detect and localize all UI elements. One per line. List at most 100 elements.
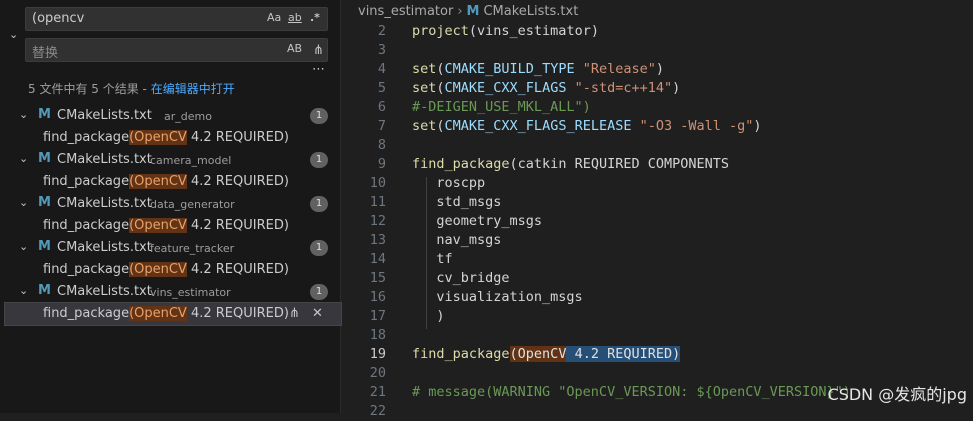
code-token: ) bbox=[412, 308, 445, 324]
code-line[interactable]: 7 set(CMAKE_CXX_FLAGS_RELEASE "-O3 -Wall … bbox=[342, 117, 973, 136]
code-line[interactable]: 14 tf bbox=[342, 250, 973, 269]
use-regex-toggle[interactable]: .* bbox=[310, 11, 320, 24]
result-file-row[interactable]: ⌄ M CMakeLists.txt data_generator 1 bbox=[0, 193, 340, 215]
code-text[interactable]: tf bbox=[412, 250, 452, 269]
open-in-editor-link[interactable]: 在编辑器中打开 bbox=[151, 82, 235, 96]
result-file-row[interactable]: ⌄ M CMakeLists.txt vins_estimator 1 bbox=[0, 281, 340, 303]
line-number: 19 bbox=[369, 346, 386, 362]
cmake-file-icon: M bbox=[38, 151, 51, 166]
search-panel: ⌄ (opencv Aa ab .* 替换 AB ⋔ ⋯ 5 文件中有 5 个结… bbox=[0, 0, 342, 413]
editor[interactable]: vins_estimator › M CMakeLists.txt 2 project(… bbox=[342, 0, 973, 419]
match-case-toggle[interactable]: Aa bbox=[267, 11, 281, 24]
result-count-badge: 1 bbox=[310, 196, 328, 212]
code-token: ) bbox=[672, 80, 681, 96]
code-line[interactable]: 15 cv_bridge bbox=[342, 269, 973, 288]
code-text[interactable]: geometry_msgs bbox=[412, 212, 542, 231]
result-file-dir: feature_tracker bbox=[150, 242, 235, 255]
chevron-down-icon[interactable]: ⌄ bbox=[19, 240, 28, 253]
code-token: 4.2 REQUIRED) bbox=[566, 346, 681, 362]
code-token: find_package bbox=[412, 346, 510, 362]
match-highlight: (OpenCV bbox=[129, 174, 187, 189]
line-number: 20 bbox=[369, 365, 386, 381]
replace-input[interactable]: 替换 AB bbox=[25, 38, 328, 62]
result-match-row[interactable]: find_package(OpenCV 4.2 REQUIRED) bbox=[0, 259, 340, 281]
code-text[interactable]: project(vins_estimator) bbox=[412, 22, 599, 41]
code-line[interactable]: 8 bbox=[342, 136, 973, 155]
result-match-row[interactable]: find_package(OpenCV 4.2 REQUIRED) bbox=[0, 171, 340, 193]
line-number: 21 bbox=[369, 384, 386, 400]
code-text[interactable]: nav_msgs bbox=[412, 231, 501, 250]
match-text: find_package(OpenCV 4.2 REQUIRED) bbox=[43, 218, 289, 233]
code-text[interactable]: std_msgs bbox=[412, 193, 501, 212]
code-token: ( bbox=[436, 80, 445, 96]
dismiss-match-icon[interactable]: ✕ bbox=[312, 306, 323, 321]
code-text[interactable]: set(CMAKE_CXX_FLAGS_RELEASE "-O3 -Wall -… bbox=[412, 117, 762, 136]
more-options-icon[interactable]: ⋯ bbox=[312, 62, 325, 77]
result-file-dir: data_generator bbox=[150, 198, 235, 211]
line-number: 6 bbox=[377, 99, 386, 115]
breadcrumb-file[interactable]: CMakeLists.txt bbox=[483, 4, 578, 19]
search-input-value[interactable]: (opencv bbox=[32, 11, 84, 26]
result-count-badge: 1 bbox=[310, 108, 328, 124]
code-text[interactable]: ) bbox=[412, 307, 445, 326]
chevron-down-icon[interactable]: ⌄ bbox=[19, 108, 28, 121]
code-line[interactable]: 18 bbox=[342, 326, 973, 345]
result-match-row[interactable]: find_package(OpenCV 4.2 REQUIRED) bbox=[0, 127, 340, 149]
code-text[interactable]: #-DEIGEN_USE_MKL_ALL") bbox=[412, 98, 591, 117]
line-number: 12 bbox=[369, 213, 386, 229]
cmake-file-icon: M bbox=[466, 4, 480, 19]
code-text[interactable]: cv_bridge bbox=[412, 269, 509, 288]
chevron-down-icon[interactable]: ⌄ bbox=[19, 284, 28, 297]
result-file-row[interactable]: ⌄ M CMakeLists.txt camera_model 1 bbox=[0, 149, 340, 171]
code-line[interactable]: 11 std_msgs bbox=[342, 193, 973, 212]
code-line[interactable]: 13 nav_msgs bbox=[342, 231, 973, 250]
code-line[interactable]: 16 visualization_msgs bbox=[342, 288, 973, 307]
code-text[interactable]: set(CMAKE_BUILD_TYPE "Release") bbox=[412, 60, 664, 79]
result-count-badge: 1 bbox=[310, 240, 328, 256]
code-line[interactable]: 3 bbox=[342, 41, 973, 60]
replace-match-icon[interactable]: ⋔ bbox=[289, 306, 300, 321]
chevron-down-icon[interactable]: ⌄ bbox=[19, 196, 28, 209]
match-whole-word-toggle[interactable]: ab bbox=[288, 11, 302, 24]
code-token: CMAKE_CXX_FLAGS_RELEASE bbox=[444, 118, 632, 134]
code-line[interactable]: 5 set(CMAKE_CXX_FLAGS "-std=c++14") bbox=[342, 79, 973, 98]
result-match-row[interactable]: find_package(OpenCV 4.2 REQUIRED) bbox=[0, 215, 340, 237]
watermark: CSDN @发疯的jpg bbox=[827, 385, 967, 404]
code-text[interactable]: set(CMAKE_CXX_FLAGS "-std=c++14") bbox=[412, 79, 680, 98]
code-text[interactable]: find_package(OpenCV 4.2 REQUIRED) bbox=[412, 345, 681, 364]
match-suffix: 4.2 REQUIRED) bbox=[186, 262, 289, 277]
code-text[interactable]: roscpp bbox=[412, 174, 485, 193]
code-token: # message(WARNING "OpenCV_VERSION: ${Ope… bbox=[412, 384, 851, 400]
line-number: 2 bbox=[377, 23, 386, 39]
code-line[interactable]: 4 set(CMAKE_BUILD_TYPE "Release") bbox=[342, 60, 973, 79]
code-text[interactable]: visualization_msgs bbox=[412, 288, 582, 307]
match-prefix: find_package bbox=[43, 174, 130, 189]
cmake-file-icon: M bbox=[38, 195, 51, 210]
match-suffix: 4.2 REQUIRED) bbox=[186, 306, 289, 321]
result-file-row[interactable]: ⌄ M CMakeLists.txt feature_tracker 1 bbox=[0, 237, 340, 259]
replace-all-icon[interactable]: ⋔ bbox=[313, 43, 324, 58]
code-line[interactable]: 9 find_package(catkin REQUIRED COMPONENTS bbox=[342, 155, 973, 174]
preserve-case-toggle[interactable]: AB bbox=[287, 42, 302, 55]
toggle-replace-chevron-icon[interactable]: ⌄ bbox=[9, 28, 18, 41]
code-line[interactable]: 19 find_package(OpenCV 4.2 REQUIRED) bbox=[342, 345, 973, 364]
code-text[interactable]: find_package(catkin REQUIRED COMPONENTS bbox=[412, 155, 729, 174]
search-input[interactable]: (opencv Aa ab .* bbox=[25, 7, 328, 31]
code-line[interactable]: 6 #-DEIGEN_USE_MKL_ALL") bbox=[342, 98, 973, 117]
chevron-down-icon[interactable]: ⌄ bbox=[19, 152, 28, 165]
code-line[interactable]: 10 roscpp bbox=[342, 174, 973, 193]
result-file-name: CMakeLists.txt bbox=[57, 108, 152, 123]
result-file-row[interactable]: ⌄ M CMakeLists.txt ar_demo 1 bbox=[0, 105, 340, 127]
code-token: ) bbox=[753, 118, 762, 134]
code-line[interactable]: 12 geometry_msgs bbox=[342, 212, 973, 231]
line-number: 14 bbox=[369, 251, 386, 267]
match-text: find_package(OpenCV 4.2 REQUIRED) bbox=[43, 130, 289, 145]
breadcrumb-folder[interactable]: vins_estimator bbox=[358, 4, 453, 19]
code-text[interactable]: # message(WARNING "OpenCV_VERSION: ${Ope… bbox=[412, 383, 851, 402]
result-match-row-selected[interactable]: find_package(OpenCV 4.2 REQUIRED) ⋔ ✕ bbox=[4, 302, 342, 326]
code-line[interactable]: 17 ) bbox=[342, 307, 973, 326]
match-prefix: find_package bbox=[43, 306, 130, 321]
replace-placeholder[interactable]: 替换 bbox=[32, 42, 58, 61]
code-line[interactable]: 2 project(vins_estimator) bbox=[342, 22, 973, 41]
